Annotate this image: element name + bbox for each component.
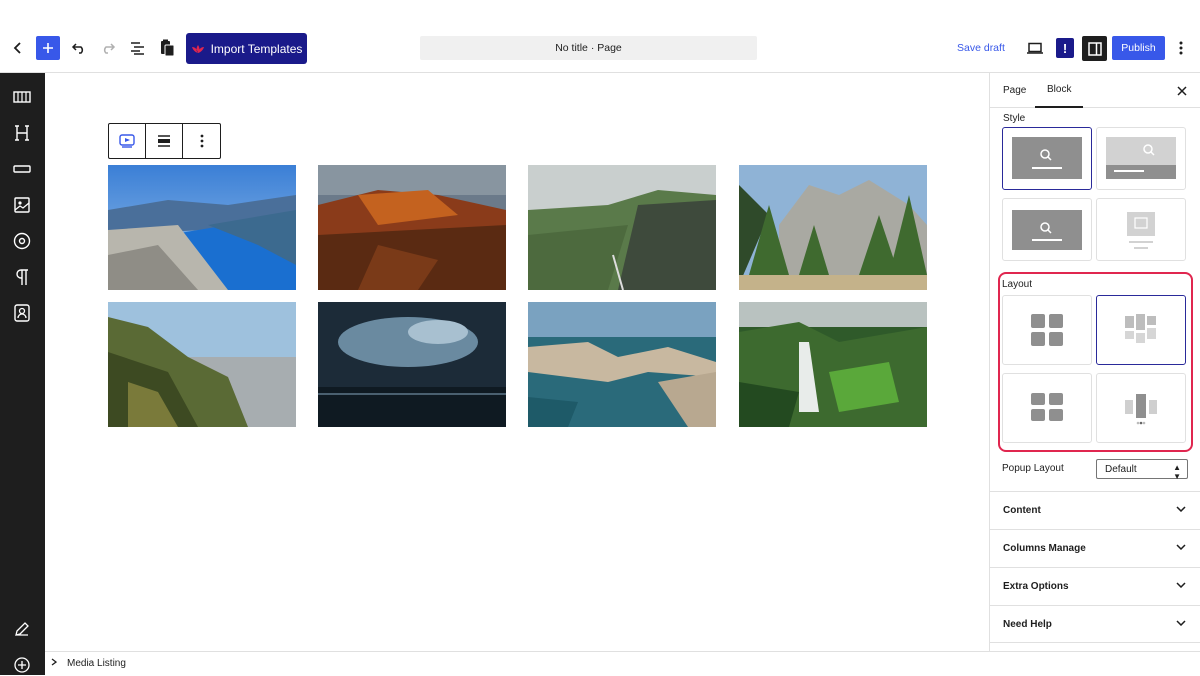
preview-desktop-icon[interactable] [1025, 38, 1045, 58]
popup-layout-value: Default [1105, 463, 1137, 475]
undo-icon[interactable] [69, 38, 89, 58]
style-label: Style [1003, 113, 1026, 124]
edit-pencil-icon[interactable] [11, 618, 33, 640]
chevron-down-icon [1176, 544, 1186, 550]
layout-option-rows[interactable] [1002, 373, 1092, 443]
style-option-1[interactable] [1002, 127, 1092, 190]
import-templates-label: Import Templates [210, 41, 303, 56]
section-content-label: Content [1003, 505, 1041, 516]
chevron-down-icon [1176, 582, 1186, 588]
add-block-button[interactable] [36, 36, 60, 60]
add-circle-icon[interactable] [11, 654, 33, 676]
redo-icon[interactable] [98, 38, 118, 58]
plugin-alert-button[interactable]: ! [1056, 38, 1074, 58]
lotus-icon [191, 44, 204, 53]
layout-option-masonry[interactable] [1096, 295, 1186, 365]
layout-label: Layout [1002, 279, 1033, 290]
columns-block-icon[interactable] [11, 86, 33, 108]
heading-block-icon[interactable] [11, 122, 33, 144]
editor-canvas[interactable] [45, 73, 989, 651]
media-listing-block-icon[interactable] [109, 124, 146, 158]
align-icon[interactable] [146, 124, 183, 158]
back-chevron-icon[interactable] [10, 38, 26, 58]
style-option-4[interactable] [1096, 198, 1186, 261]
breadcrumb-chevron-icon [51, 658, 58, 669]
sidebar-icon [1087, 41, 1102, 56]
settings-sidebar-toggle[interactable] [1082, 36, 1107, 61]
section-help-label: Need Help [1003, 618, 1052, 630]
section-extra-options[interactable]: Extra Options [990, 567, 1200, 605]
section-content[interactable]: Content [990, 491, 1200, 529]
popup-layout-select[interactable]: Default ▲ ▼ [1096, 459, 1188, 481]
chevron-down-icon [1176, 620, 1186, 626]
top-toolbar: Import Templates No title · Page Save dr… [0, 0, 1200, 73]
clipboard-icon[interactable] [157, 37, 177, 59]
import-templates-button[interactable]: Import Templates [186, 33, 307, 64]
breadcrumb-item[interactable]: Media Listing [67, 658, 126, 669]
block-toolbar [108, 123, 221, 159]
publish-button[interactable]: Publish [1112, 36, 1165, 60]
circle-block-icon[interactable] [11, 230, 33, 252]
style-option-3[interactable] [1002, 198, 1092, 261]
panel-tabs: Page Block [990, 73, 1200, 108]
tab-page[interactable]: Page [1003, 73, 1026, 108]
more-options-icon[interactable] [1174, 38, 1188, 58]
image-block-icon[interactable] [11, 194, 33, 216]
section-need-help[interactable]: Need Help [990, 605, 1200, 643]
block-breadcrumb-bar: Media Listing [45, 651, 1200, 675]
gallery-image-waterfall[interactable] [739, 302, 927, 427]
button-block-icon[interactable] [11, 158, 33, 180]
select-caret-icon: ▲ ▼ [1173, 463, 1181, 481]
gallery-image-yosemite[interactable] [739, 165, 927, 290]
gallery-image-rocky-coast[interactable] [528, 302, 716, 427]
save-draft-button[interactable]: Save draft [957, 38, 1005, 58]
chevron-down-icon [1176, 506, 1186, 512]
tab-block[interactable]: Block [1035, 73, 1084, 108]
document-title[interactable]: No title · Page [420, 36, 757, 60]
block-sidebar [0, 73, 45, 675]
block-options-icon[interactable] [183, 124, 220, 158]
paragraph-block-icon[interactable] [11, 266, 33, 288]
layout-option-carousel[interactable] [1096, 373, 1186, 443]
section-extra-label: Extra Options [1003, 581, 1069, 592]
style-option-2[interactable] [1096, 127, 1186, 190]
popup-layout-label: Popup Layout [1002, 463, 1064, 474]
gallery-image-coastal-sunset[interactable] [108, 302, 296, 427]
gallery-image-red-canyon[interactable] [318, 165, 506, 290]
document-overview-icon[interactable] [128, 38, 148, 58]
section-columns-manage[interactable]: Columns Manage [990, 529, 1200, 567]
close-icon[interactable] [1177, 83, 1191, 97]
layout-option-grid[interactable] [1002, 295, 1092, 365]
gallery-image-fjord[interactable] [108, 165, 296, 290]
profile-block-icon[interactable] [11, 302, 33, 324]
gallery-image-stormy-sea[interactable] [318, 302, 506, 427]
gallery-image-green-valley[interactable] [528, 165, 716, 290]
section-columns-label: Columns Manage [1003, 543, 1086, 554]
